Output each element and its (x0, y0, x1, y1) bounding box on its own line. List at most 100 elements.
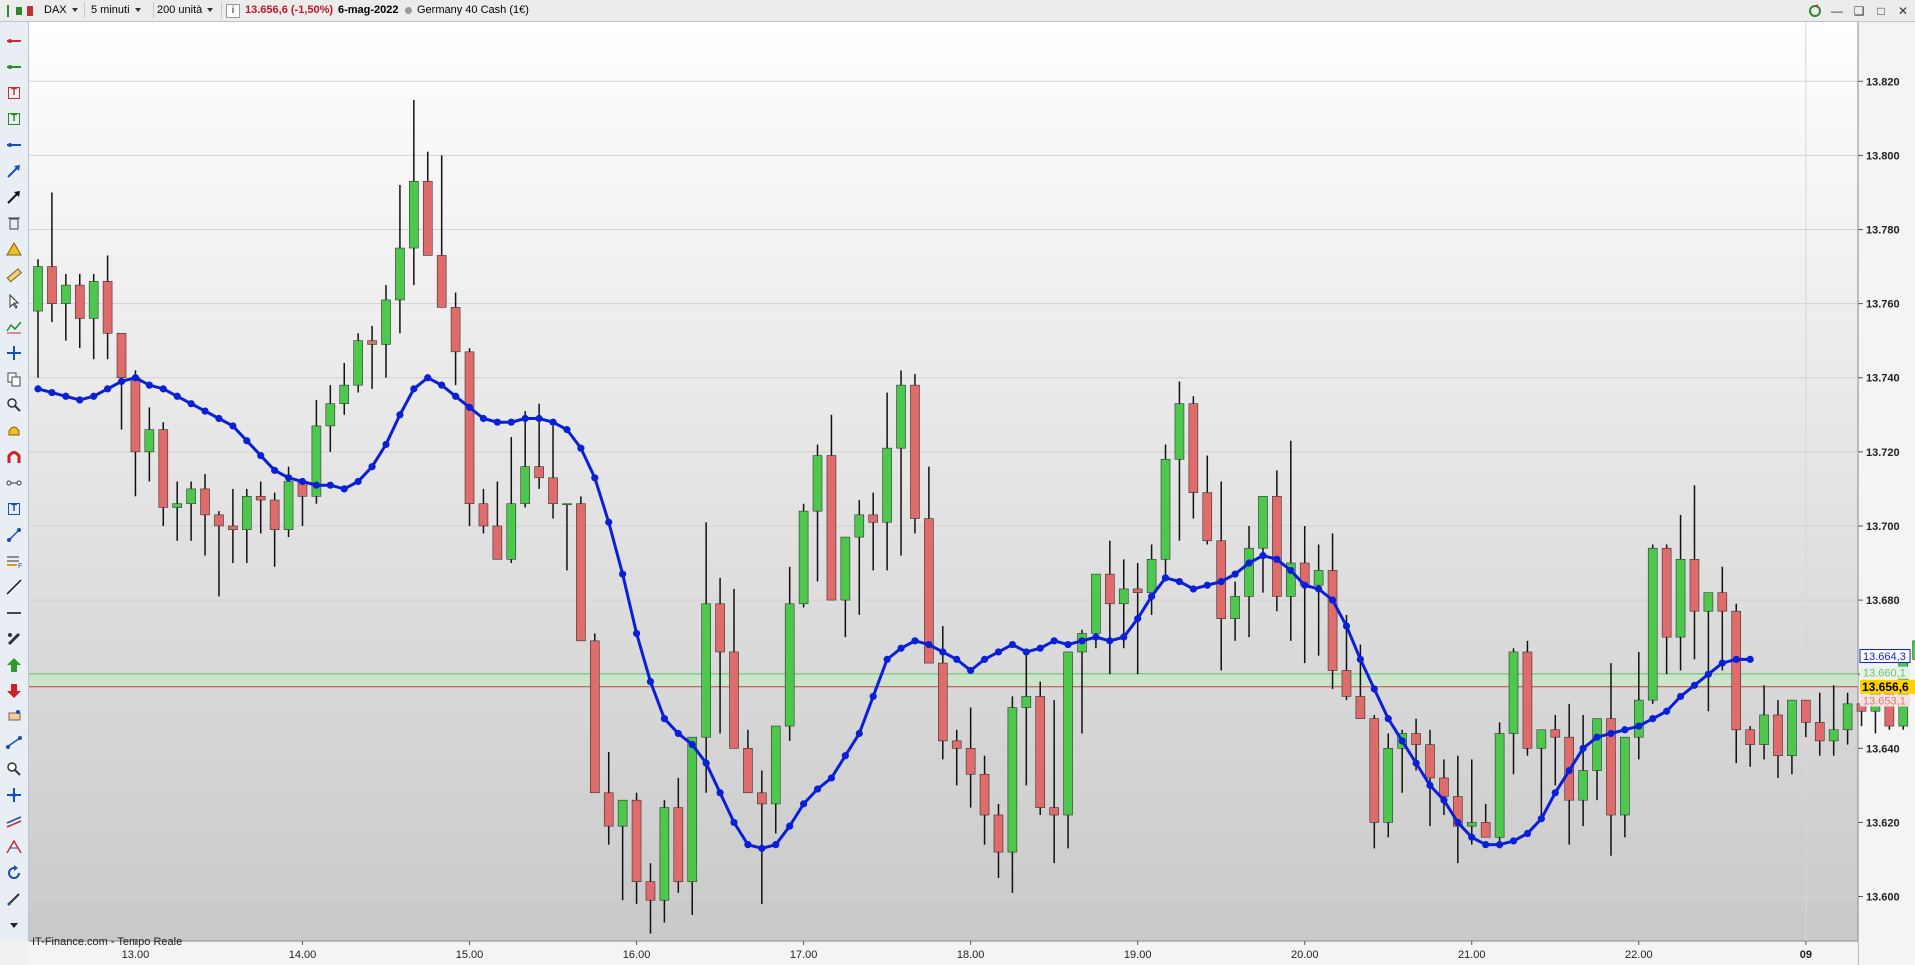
ma-point (1649, 715, 1657, 723)
candle-body (770, 725, 781, 805)
candle-body (1341, 670, 1352, 697)
cursor-icon[interactable] (5, 292, 23, 310)
ma-point (1537, 815, 1545, 823)
ma-point (271, 466, 279, 474)
ma-point (257, 451, 265, 460)
ma-point (1273, 555, 1281, 563)
maximize-button[interactable]: □ (1873, 3, 1889, 19)
more-icon[interactable] (5, 916, 23, 934)
layout-icons[interactable] (4, 2, 42, 19)
candle-body (951, 740, 962, 749)
zoom-icon[interactable] (5, 396, 23, 414)
crosshair-icon[interactable] (5, 344, 23, 362)
trendline-icon[interactable] (5, 578, 23, 596)
interval-dropdown[interactable]: 5 minuti (91, 2, 154, 19)
x-tick-label: 14.00 (289, 949, 317, 961)
ma-point (702, 759, 710, 767)
copy-icon[interactable] (5, 370, 23, 388)
ma-point (1078, 637, 1086, 645)
ma-point (1690, 681, 1699, 689)
units-dropdown[interactable]: 200 unità (157, 2, 222, 19)
x-tick-label: 21.00 (1458, 949, 1486, 961)
ma-point (507, 418, 515, 426)
price-chart[interactable]: 13.60013.62013.64013.66013.68013.70013.7… (29, 22, 1915, 965)
candle-body (353, 340, 363, 386)
candle-body (1230, 596, 1240, 619)
candle-layout-icon[interactable] (4, 4, 12, 18)
line-icon[interactable] (5, 32, 23, 50)
restore-button[interactable]: ❑ (1851, 3, 1867, 19)
sync-icon[interactable] (1807, 3, 1823, 19)
node-line-icon[interactable] (5, 474, 23, 492)
fibonacci-icon[interactable]: F (5, 552, 23, 570)
buy-arrow-icon[interactable] (5, 656, 23, 674)
ma-point (1746, 655, 1754, 663)
candle-body (1146, 559, 1157, 593)
ma-point (980, 655, 989, 663)
text-box-icon[interactable]: T (5, 500, 23, 518)
refresh-icon[interactable] (5, 864, 23, 882)
text-icon[interactable]: T (5, 84, 23, 102)
ma-point (493, 418, 501, 426)
bar-layout-icon[interactable] (15, 4, 23, 18)
candle-body (812, 455, 823, 512)
magnifier-icon[interactable] (5, 760, 23, 778)
candle (1494, 722, 1505, 849)
candle-body (1063, 651, 1073, 816)
order-icon[interactable] (5, 708, 23, 726)
y-tick-label: 13.700 (1866, 521, 1900, 533)
y-tick-label: 13.680 (1866, 595, 1900, 607)
chevron-down-icon (134, 8, 141, 13)
price-badges: 13.664,3 13.660,1 13.656,6 13.653,1 (1859, 649, 1915, 708)
ma-point (1161, 574, 1170, 582)
candle-body (1091, 573, 1101, 634)
warning-icon[interactable] (5, 240, 23, 258)
channel-icon[interactable] (5, 812, 23, 830)
magnet-icon[interactable] (5, 448, 23, 466)
bar-layout-icon-2[interactable] (26, 4, 34, 18)
candle-body (993, 814, 1004, 853)
symbol-dropdown[interactable]: DAX (44, 2, 85, 19)
candle-body (409, 181, 419, 249)
ma-point (1398, 737, 1406, 745)
candle-body (1550, 729, 1561, 738)
settings-icon[interactable] (5, 630, 23, 648)
candle-body (534, 466, 544, 479)
ma-point (521, 414, 529, 423)
sell-arrow-icon[interactable] (5, 682, 23, 700)
ma-point (298, 477, 307, 486)
candle-body (1439, 777, 1449, 797)
separator-icon[interactable] (5, 604, 23, 622)
ma-point (786, 822, 794, 830)
top-toolbar: DAX 5 minuti 200 unità i 13.656,6 (-1,50… (0, 0, 1915, 22)
ruler-icon[interactable] (5, 266, 23, 284)
trash-icon[interactable] (5, 214, 23, 232)
ma-point (326, 481, 334, 489)
text-icon-2[interactable]: T (5, 110, 23, 128)
dot-line-icon[interactable] (5, 734, 23, 752)
move-icon[interactable] (5, 786, 23, 804)
zigzag-icon[interactable] (5, 318, 23, 336)
horizontal-line-icon[interactable] (5, 58, 23, 76)
candle-body (687, 736, 698, 883)
candle-body (673, 807, 684, 883)
fork-icon[interactable] (5, 526, 23, 544)
chevron-down-icon (207, 8, 214, 13)
info-icon[interactable]: i (226, 4, 240, 18)
candle-body (492, 525, 503, 560)
minimize-button[interactable]: — (1829, 3, 1845, 19)
ma-point (1106, 637, 1114, 645)
ma-point (674, 729, 682, 738)
ma-point (925, 640, 933, 649)
candle-body (1244, 547, 1254, 597)
close-button[interactable]: ✕ (1895, 3, 1911, 19)
black-arrow-icon[interactable] (5, 188, 23, 206)
pencil-icon[interactable] (5, 890, 23, 908)
ma-point (340, 485, 348, 493)
arrow-icon[interactable] (5, 162, 23, 180)
horizontal-ray-icon[interactable] (5, 136, 23, 154)
candle-body (116, 332, 127, 379)
alarm-icon[interactable] (5, 422, 23, 440)
pitchfork-icon[interactable] (5, 838, 23, 856)
ma-point (605, 518, 613, 526)
